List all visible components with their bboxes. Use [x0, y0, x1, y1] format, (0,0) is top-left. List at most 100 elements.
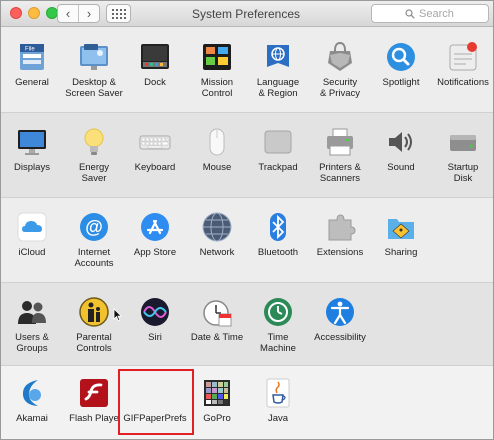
pref-pane-label: Dock: [144, 77, 166, 88]
pref-pane-internet[interactable]: @ Internet Accounts: [63, 202, 125, 278]
svg-text:File: File: [25, 47, 35, 53]
pref-pane-timemachine[interactable]: Time Machine: [247, 287, 309, 363]
desktop-screensaver-icon: [80, 44, 108, 70]
pref-pane-sound[interactable]: Sound: [370, 117, 432, 193]
pref-pane-icloud[interactable]: iCloud: [1, 202, 63, 278]
pref-pane-label: Mouse: [202, 162, 232, 173]
back-button[interactable]: ‹: [58, 5, 78, 22]
pref-pane-flash[interactable]: Flash Playe: [63, 368, 125, 439]
pref-pane-akamai[interactable]: Akamai: [1, 368, 63, 439]
flash-player-icon: [80, 379, 108, 407]
pref-pane-label: App Store: [133, 247, 177, 258]
highlight-box: [118, 369, 194, 435]
pref-pane-printers[interactable]: Printers & Scanners: [309, 117, 371, 193]
displays-icon: [18, 130, 46, 155]
date-time-icon: [203, 300, 232, 327]
pref-pane-language[interactable]: Language & Region: [247, 32, 309, 108]
pref-pane-users[interactable]: Users & Groups: [1, 287, 63, 363]
pref-pane-security[interactable]: Security & Privacy: [309, 32, 371, 108]
app-store-icon: [141, 213, 169, 241]
pref-pane-label: Printers & Scanners: [319, 162, 361, 184]
pref-pane-label: Notifications: [437, 77, 489, 88]
pref-pane-label: Displays: [14, 162, 50, 173]
pref-pane-label: Time Machine: [260, 332, 296, 354]
pref-pane-label: Spotlight: [382, 77, 420, 88]
pref-pane-keyboard[interactable]: Keyboard: [124, 117, 186, 193]
dock-icon: [141, 44, 169, 69]
pref-pane-label: Mission Control: [200, 77, 234, 99]
pref-pane-label: Extensions: [316, 247, 364, 258]
close-button[interactable]: [10, 7, 22, 19]
pref-pane-label: Users & Groups: [15, 332, 49, 354]
pref-pane-label: Security & Privacy: [319, 77, 361, 99]
notifications-icon: [449, 42, 477, 71]
pref-pane-label: Language & Region: [256, 77, 300, 99]
time-machine-icon: [264, 298, 292, 326]
general-icon: File: [20, 44, 44, 70]
pref-pane-label: Accessibility: [314, 332, 366, 343]
pref-pane-label: Parental Controls: [76, 332, 112, 354]
search-field[interactable]: Search: [371, 4, 489, 23]
accessibility-icon: [326, 298, 354, 326]
pref-pane-dock[interactable]: Dock: [124, 32, 186, 108]
icloud-icon: [17, 212, 47, 242]
pref-pane-label: Trackpad: [258, 162, 298, 173]
pref-pane-siri[interactable]: Siri: [124, 287, 186, 363]
mouse-icon: [209, 128, 225, 156]
show-all-grid-icon[interactable]: [106, 4, 131, 23]
pref-pane-java[interactable]: Java: [247, 368, 309, 439]
pref-pane-label: iCloud: [18, 247, 46, 258]
pref-pane-label: Startup Disk: [447, 162, 479, 184]
pref-pane-general[interactable]: File General: [1, 32, 63, 108]
pref-pane-mouse[interactable]: Mouse: [186, 117, 248, 193]
mouse-cursor-icon: [113, 308, 122, 322]
pref-pane-label: Siri: [148, 332, 162, 343]
pref-pane-label: Internet Accounts: [74, 247, 114, 269]
keyboard-icon: [139, 135, 171, 150]
forward-button[interactable]: ›: [78, 5, 99, 22]
pref-pane-desktop[interactable]: Desktop & Screen Saver: [63, 32, 125, 108]
pref-pane-appstore[interactable]: App Store: [124, 202, 186, 278]
parental-controls-icon: [79, 297, 109, 327]
extensions-icon: [328, 214, 356, 241]
pref-pane-label: Desktop & Screen Saver: [65, 77, 123, 99]
pref-pane-label: Sound: [387, 162, 415, 173]
pref-pane-label: Sharing: [384, 247, 418, 258]
pref-pane-gopro[interactable]: GoPro: [186, 368, 248, 439]
pref-pane-label: Keyboard: [134, 162, 176, 173]
pref-pane-notifications[interactable]: Notifications: [432, 32, 493, 108]
security-privacy-icon: [328, 41, 352, 71]
pref-pane-extensions[interactable]: Extensions: [309, 202, 371, 278]
pref-pane-displays[interactable]: Displays: [1, 117, 63, 193]
users-groups-icon: [18, 301, 46, 324]
sharing-icon: [388, 219, 414, 239]
pref-pane-bluetooth[interactable]: Bluetooth: [247, 202, 309, 278]
pref-pane-spotlight[interactable]: Spotlight: [370, 32, 432, 108]
pref-pane-startup[interactable]: Startup Disk: [432, 117, 493, 193]
network-icon: [202, 212, 232, 242]
pref-pane-label: General: [15, 77, 49, 88]
java-icon: [266, 378, 290, 408]
pref-pane-accessibility[interactable]: Accessibility: [309, 287, 371, 363]
pref-pane-sharing[interactable]: Sharing: [370, 202, 432, 278]
pref-pane-energy[interactable]: Energy Saver: [63, 117, 125, 193]
mission-control-icon: [203, 44, 231, 70]
startup-disk-icon: [450, 135, 476, 151]
gopro-icon: [204, 380, 230, 406]
pref-pane-network[interactable]: Network: [186, 202, 248, 278]
internet-accounts-icon: @: [80, 213, 108, 241]
svg-text:@: @: [85, 217, 103, 237]
siri-icon: [141, 298, 169, 326]
sound-icon: [389, 132, 412, 152]
spotlight-icon: [387, 43, 415, 71]
akamai-icon: [22, 380, 41, 406]
window-title: System Preferences: [191, 7, 301, 21]
minimize-button[interactable]: [28, 7, 40, 19]
pref-pane-trackpad[interactable]: Trackpad: [247, 117, 309, 193]
pref-pane-mission[interactable]: Mission Control: [186, 32, 248, 108]
search-icon: [405, 9, 415, 19]
search-placeholder: Search: [419, 8, 454, 20]
energy-saver-icon: [84, 128, 104, 155]
pref-pane-datetime[interactable]: Date & Time: [186, 287, 248, 363]
pref-pane-parental[interactable]: Parental Controls: [63, 287, 125, 363]
